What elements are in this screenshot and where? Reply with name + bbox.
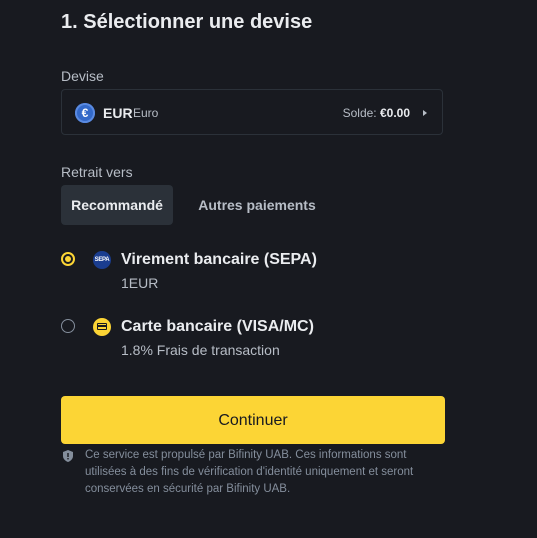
balance: Solde: €0.00 [343,105,410,121]
disclaimer-text: Ce service est propulsé par Bifinity UAB… [85,449,414,495]
withdraw-to-label: Retrait vers [61,164,133,180]
sepa-icon: SEPA [93,251,111,269]
euro-icon: € [75,103,95,123]
balance-label: Solde: [342,106,377,120]
payment-option-sepa[interactable]: SEPA Virement bancaire (SEPA) 1EUR [61,250,443,296]
option-fee: 1.8% Frais de transaction [121,342,280,358]
page-title: 1. Sélectionner une devise [61,11,313,33]
currency-name: Euro [133,106,159,120]
option-title: Carte bancaire (VISA/MC) [121,318,314,335]
radio-dot [65,256,71,262]
radio-sepa[interactable] [61,252,75,266]
currency-label: Devise [61,68,104,84]
withdraw-page: 1. Sélectionner une devise Devise € EUR … [0,0,537,538]
option-title: Virement bancaire (SEPA) [121,251,317,268]
currency-code: EUR [103,105,133,121]
shield-icon [63,450,73,462]
currency-select[interactable]: € EUR Euro Solde: €0.00 [61,89,443,135]
option-fee: 1EUR [121,275,159,291]
tab-other-payments[interactable]: Autres paiements [189,185,325,225]
balance-value: €0.00 [379,106,410,120]
continue-button[interactable]: Continuer [61,396,445,444]
payment-option-card[interactable]: Carte bancaire (VISA/MC) 1.8% Frais de t… [61,317,443,363]
radio-card[interactable] [61,319,75,333]
credit-card-icon [93,318,111,336]
tab-recommended[interactable]: Recommandé [61,185,173,225]
chevron-right-icon [423,110,427,116]
